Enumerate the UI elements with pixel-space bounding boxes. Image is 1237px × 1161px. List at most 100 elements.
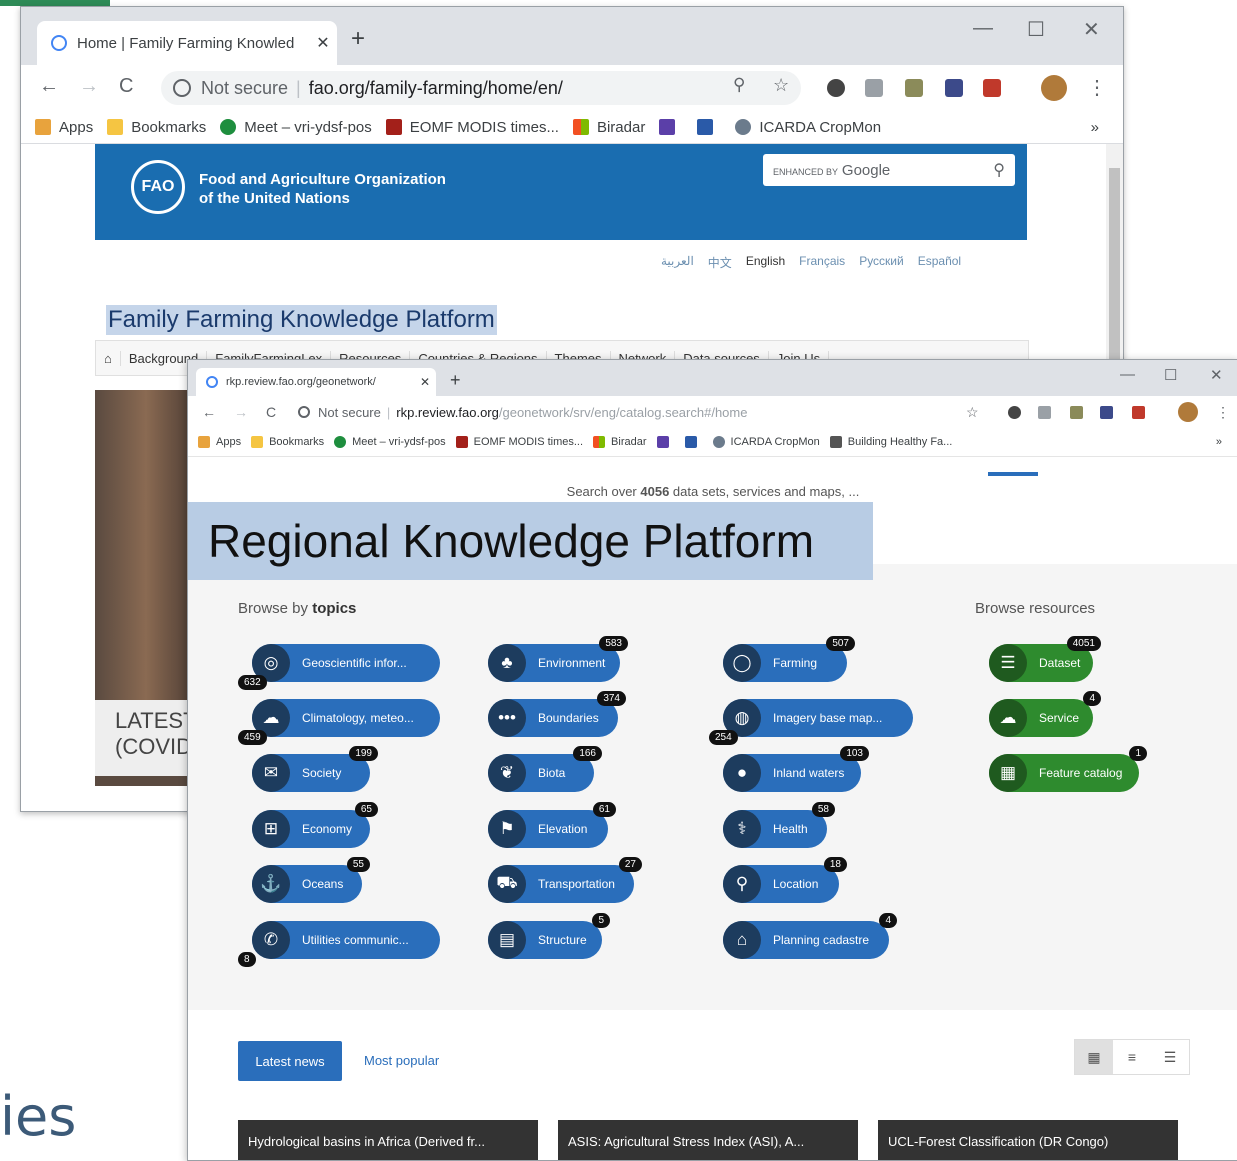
- topic-climatology[interactable]: ☁ Climatology, meteo... 459: [238, 699, 440, 745]
- bookmark-blue[interactable]: [697, 119, 721, 135]
- back-icon[interactable]: ←: [39, 75, 59, 98]
- bookmark-biradar[interactable]: Biradar: [593, 436, 647, 448]
- topic-structure[interactable]: ▤ Structure 5: [488, 913, 610, 959]
- topic-society[interactable]: ✉ Society 199: [252, 746, 378, 792]
- new-tab-button[interactable]: +: [450, 370, 461, 391]
- extension-icon[interactable]: [865, 79, 883, 97]
- topic-location[interactable]: ⚲ Location 18: [723, 857, 847, 903]
- close-window-icon[interactable]: ✕: [1083, 17, 1100, 42]
- news-card[interactable]: UCL-Forest Classification (DR Congo): [878, 1120, 1178, 1160]
- topic-environment[interactable]: ♣ Environment 583: [488, 636, 628, 682]
- bookmark-eomf[interactable]: EOMF MODIS times...: [385, 119, 559, 136]
- site-search-input[interactable]: ENHANCED BY Google ⚲: [763, 154, 1015, 186]
- bookmark-icarda[interactable]: ICARDA CropMon: [712, 436, 820, 448]
- bookmark-folder[interactable]: Bookmarks: [107, 119, 206, 136]
- back-icon[interactable]: ←: [202, 404, 216, 420]
- minimize-icon[interactable]: —: [973, 17, 993, 40]
- extension-icon[interactable]: [827, 79, 845, 97]
- extension-icon[interactable]: [983, 79, 1001, 97]
- bookmark-biradar[interactable]: Biradar: [572, 119, 645, 136]
- avatar[interactable]: [1178, 402, 1198, 422]
- language-switcher: العربية 中文 English Français Русский Espa…: [661, 254, 961, 271]
- topic-transportation[interactable]: ⛟ Transportation 27: [488, 857, 642, 903]
- topic-utilities[interactable]: ✆ Utilities communic... 8: [238, 921, 440, 967]
- address-bar[interactable]: Not secure | fao.org/family-farming/home…: [161, 71, 801, 105]
- extension-icon[interactable]: [945, 79, 963, 97]
- lang-ar[interactable]: العربية: [661, 254, 694, 271]
- bookmark-purple[interactable]: [659, 119, 683, 135]
- reload-icon[interactable]: C: [119, 75, 133, 98]
- bookmark-meet[interactable]: Meet – vri-ydsf-pos: [220, 119, 372, 136]
- bookmark-meet[interactable]: Meet – vri-ydsf-pos: [334, 436, 446, 448]
- topic-health[interactable]: ⚕ Health 58: [723, 802, 835, 848]
- topic-boundaries[interactable]: ••• Boundaries 374: [488, 691, 626, 737]
- news-card[interactable]: Hydrological basins in Africa (Derived f…: [238, 1120, 538, 1160]
- extension-icon[interactable]: [1132, 406, 1145, 419]
- news-card[interactable]: ASIS: Agricultural Stress Index (ASI), A…: [558, 1120, 858, 1160]
- bookmark-eomf[interactable]: EOMF MODIS times...: [455, 436, 583, 448]
- resource-service[interactable]: ☁ Service 4: [989, 691, 1101, 737]
- browser-tab[interactable]: Home | Family Farming Knowled ✕: [37, 21, 337, 65]
- more-bookmarks-icon[interactable]: »: [1216, 436, 1222, 448]
- minimize-icon[interactable]: —: [1120, 366, 1135, 383]
- extension-icon[interactable]: [905, 79, 923, 97]
- home-icon[interactable]: ⌂: [96, 350, 121, 366]
- topic-farming[interactable]: ◯ Farming 507: [723, 636, 855, 682]
- lang-es[interactable]: Español: [918, 254, 961, 271]
- topic-inland-waters[interactable]: ● Inland waters 103: [723, 746, 869, 792]
- tab-close-icon[interactable]: ✕: [414, 375, 436, 389]
- star-icon[interactable]: ☆: [773, 75, 789, 96]
- topic-biota[interactable]: ❦ Biota 166: [488, 746, 602, 792]
- resource-dataset[interactable]: ☰ Dataset 4051: [989, 636, 1101, 682]
- lang-fr[interactable]: Français: [799, 254, 845, 271]
- topic-economy[interactable]: ⊞ Economy 65: [252, 802, 378, 848]
- grid-view-icon[interactable]: ▦: [1075, 1040, 1113, 1074]
- forward-icon[interactable]: →: [79, 75, 99, 98]
- tab-latest-news[interactable]: Latest news: [238, 1041, 342, 1081]
- menu-icon[interactable]: ⋮: [1216, 404, 1230, 421]
- tab-close-icon[interactable]: ✕: [309, 33, 337, 53]
- more-bookmarks-icon[interactable]: »: [1091, 119, 1099, 136]
- resource-feature-catalog[interactable]: ▦ Feature catalog 1: [989, 746, 1147, 792]
- topic-oceans[interactable]: ⚓ Oceans 55: [252, 857, 370, 903]
- bookmark-icarda[interactable]: ICARDA CropMon: [735, 119, 881, 136]
- zoom-icon[interactable]: ⚲: [733, 75, 745, 95]
- new-tab-button[interactable]: +: [351, 25, 365, 53]
- list-view-icon[interactable]: ≡: [1113, 1040, 1151, 1074]
- extension-icon[interactable]: [1100, 406, 1113, 419]
- extension-icon[interactable]: [1038, 406, 1051, 419]
- fao-logo[interactable]: FAO: [131, 160, 185, 214]
- bookmark-blue[interactable]: [684, 436, 703, 448]
- reload-icon[interactable]: C: [266, 404, 276, 420]
- extension-icon[interactable]: [1070, 406, 1083, 419]
- lang-zh[interactable]: 中文: [708, 254, 732, 271]
- bookmark-apps[interactable]: Apps: [35, 119, 93, 136]
- bookmark-building[interactable]: Building Healthy Fa...: [829, 436, 952, 448]
- tab-most-popular[interactable]: Most popular: [364, 1053, 439, 1068]
- search-icon[interactable]: ⚲: [993, 160, 1005, 180]
- address-bar[interactable]: Not secure | rkp.review.fao.org/geonetwo…: [298, 400, 1128, 424]
- star-icon[interactable]: ☆: [966, 404, 979, 421]
- lang-ru[interactable]: Русский: [859, 254, 904, 271]
- bookmark-folder[interactable]: Bookmarks: [251, 436, 324, 448]
- bookmark-purple[interactable]: [656, 436, 675, 448]
- info-icon[interactable]: [298, 406, 310, 418]
- menu-icon[interactable]: ⋮: [1087, 75, 1107, 100]
- topic-imagery[interactable]: ◍ Imagery base map... 254: [709, 699, 913, 745]
- maximize-icon[interactable]: ☐: [1164, 366, 1177, 384]
- topic-planning-cadastre[interactable]: ⌂ Planning cadastre 4: [723, 913, 897, 959]
- table-view-icon[interactable]: ☰: [1151, 1040, 1189, 1074]
- forward-icon[interactable]: →: [234, 404, 248, 420]
- hero-caption[interactable]: LATEST (COVID: [95, 700, 197, 776]
- bookmark-apps[interactable]: Apps: [198, 436, 241, 448]
- lang-en[interactable]: English: [746, 254, 785, 271]
- topic-elevation[interactable]: ⚑ Elevation 61: [488, 802, 616, 848]
- avatar[interactable]: [1041, 75, 1067, 101]
- hero-image[interactable]: [95, 390, 197, 700]
- topic-geoscientific[interactable]: ◎ Geoscientific infor... 632: [238, 644, 440, 690]
- close-window-icon[interactable]: ✕: [1210, 366, 1223, 384]
- info-icon[interactable]: [173, 79, 191, 97]
- browser-tab[interactable]: rkp.review.fao.org/geonetwork/ ✕: [196, 368, 436, 396]
- maximize-icon[interactable]: ☐: [1027, 17, 1045, 42]
- extension-icon[interactable]: [1008, 406, 1021, 419]
